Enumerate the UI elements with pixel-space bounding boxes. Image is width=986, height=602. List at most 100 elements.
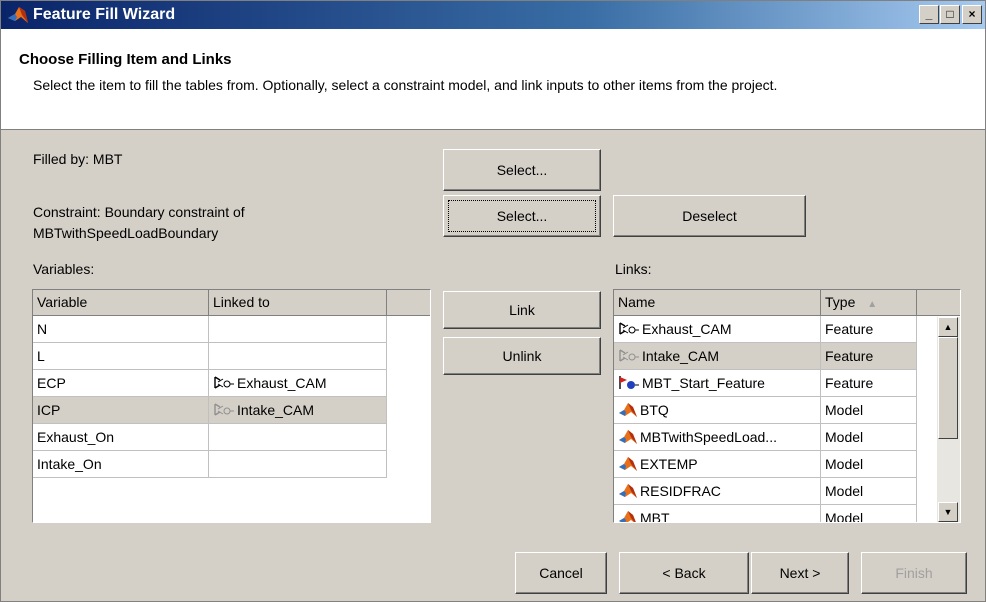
variable-row[interactable]: ECP Exhaust_CAM (33, 370, 387, 397)
variable-row[interactable]: ICP Intake_CAM (33, 397, 387, 424)
variable-name-cell: Exhaust_On (33, 424, 209, 451)
link-button[interactable]: Link (443, 291, 601, 329)
feature-start-icon (618, 375, 640, 394)
link-type-cell: Feature (821, 316, 917, 343)
column-header-name[interactable]: Name (614, 290, 821, 316)
linked-to-label: Intake_CAM (237, 402, 315, 419)
variable-row[interactable]: L (33, 343, 387, 370)
link-name-label: MBT (640, 510, 670, 523)
link-name-cell: MBT (614, 505, 821, 523)
scroll-thumb[interactable] (938, 337, 958, 439)
select-filling-item-button[interactable]: Select... (443, 149, 601, 191)
cancel-button[interactable]: Cancel (515, 552, 607, 594)
link-row[interactable]: MBTwithSpeedLoad... Model (614, 424, 917, 451)
minimize-button[interactable]: _ (919, 5, 939, 24)
constraint-label-line1: Constraint: Boundary constraint of (33, 204, 245, 220)
variable-row[interactable]: Intake_On (33, 451, 387, 478)
title-bar[interactable]: Feature Fill Wizard _ □ × (1, 1, 985, 29)
variable-row[interactable]: Exhaust_On (33, 424, 387, 451)
link-row[interactable]: Exhaust_CAM Feature (614, 316, 917, 343)
linked-to-cell: Exhaust_CAM (209, 370, 387, 397)
linked-to-cell: Intake_CAM (209, 397, 387, 424)
model-icon (618, 483, 638, 502)
finish-label: Finish (895, 565, 933, 581)
filled-by-label: Filled by: MBT (33, 151, 123, 167)
constraint-label-line2: MBTwithSpeedLoadBoundary (33, 225, 219, 241)
link-type-cell: Model (821, 478, 917, 505)
linked-to-label: Exhaust_CAM (237, 375, 327, 392)
column-header-linked-to[interactable]: Linked to (209, 290, 387, 316)
model-icon (618, 510, 638, 522)
link-name-label: RESIDFRAC (640, 483, 721, 500)
variable-name-cell: L (33, 343, 209, 370)
link-type-cell: Feature (821, 343, 917, 370)
unlink-label: Unlink (502, 348, 542, 364)
link-row[interactable]: MBT Model (614, 505, 917, 523)
select-filling-item-label: Select... (496, 162, 548, 178)
link-row[interactable]: BTQ Model (614, 397, 917, 424)
unlink-button[interactable]: Unlink (443, 337, 601, 375)
column-header-type[interactable]: Type ▲ (821, 290, 917, 316)
link-type-cell: Model (821, 451, 917, 478)
maximize-button[interactable]: □ (940, 5, 960, 24)
sort-ascending-icon: ▲ (867, 299, 878, 310)
link-name-label: MBT_Start_Feature (642, 375, 765, 392)
wizard-header: Choose Filling Item and Links Select the… (1, 29, 985, 130)
scroll-down-arrow-icon[interactable]: ▼ (938, 502, 958, 522)
next-button[interactable]: Next > (751, 552, 849, 594)
select-constraint-label: Select... (496, 208, 548, 224)
finish-button: Finish (861, 552, 967, 594)
column-header-empty (387, 290, 430, 316)
links-scrollbar[interactable]: ▲ ▼ (937, 317, 960, 522)
variable-name-cell: N (33, 316, 209, 343)
link-row[interactable]: EXTEMP Model (614, 451, 917, 478)
matlab-logo-icon (8, 7, 28, 23)
window-title: Feature Fill Wizard (33, 6, 176, 23)
link-type-cell: Feature (821, 370, 917, 397)
feature-faded-icon (213, 402, 235, 421)
linked-to-cell (209, 343, 387, 370)
link-name-cell: EXTEMP (614, 451, 821, 478)
link-name-label: BTQ (640, 402, 669, 419)
variables-label: Variables: (33, 261, 95, 277)
link-row[interactable]: RESIDFRAC Model (614, 478, 917, 505)
link-name-label: EXTEMP (640, 456, 698, 473)
step-title: Choose Filling Item and Links (19, 51, 232, 68)
link-name-cell: BTQ (614, 397, 821, 424)
link-name-cell: Exhaust_CAM (614, 316, 821, 343)
link-name-cell: MBTwithSpeedLoad... (614, 424, 821, 451)
linked-to-cell (209, 424, 387, 451)
link-name-cell: RESIDFRAC (614, 478, 821, 505)
back-label: < Back (662, 565, 706, 581)
link-name-label: Intake_CAM (642, 348, 720, 365)
variable-row[interactable]: N (33, 316, 387, 343)
model-icon (618, 429, 638, 448)
feature-faded-icon (618, 348, 640, 367)
cancel-label: Cancel (539, 565, 583, 581)
variables-table[interactable]: Variable Linked to N L ECP Exhaust_CAM ICP In… (32, 289, 431, 523)
column-header-variable[interactable]: Variable (33, 290, 209, 316)
select-constraint-button[interactable]: Select... (443, 195, 601, 237)
links-label: Links: (615, 261, 652, 277)
feature-icon (213, 375, 235, 394)
back-button[interactable]: < Back (619, 552, 749, 594)
feature-fill-wizard-window: Feature Fill Wizard _ □ × Choose Filling… (0, 0, 986, 602)
link-name-label: Exhaust_CAM (642, 321, 732, 338)
link-row[interactable]: MBT_Start_Feature Feature (614, 370, 917, 397)
feature-icon (618, 321, 640, 340)
link-label: Link (509, 302, 535, 318)
link-type-cell: Model (821, 424, 917, 451)
linked-to-cell (209, 451, 387, 478)
links-table[interactable]: Name Type ▲ Exhaust_CAM Feature Intake_CAM… (613, 289, 961, 523)
linked-to-cell (209, 316, 387, 343)
scroll-up-arrow-icon[interactable]: ▲ (938, 317, 958, 337)
close-button[interactable]: × (962, 5, 982, 24)
column-header-type-label: Type (825, 294, 856, 310)
link-type-cell: Model (821, 397, 917, 424)
link-name-cell: MBT_Start_Feature (614, 370, 821, 397)
next-label: Next > (779, 565, 821, 581)
link-type-cell: Model (821, 505, 917, 522)
link-name-label: MBTwithSpeedLoad... (640, 429, 777, 446)
deselect-button[interactable]: Deselect (613, 195, 806, 237)
link-row[interactable]: Intake_CAM Feature (614, 343, 917, 370)
